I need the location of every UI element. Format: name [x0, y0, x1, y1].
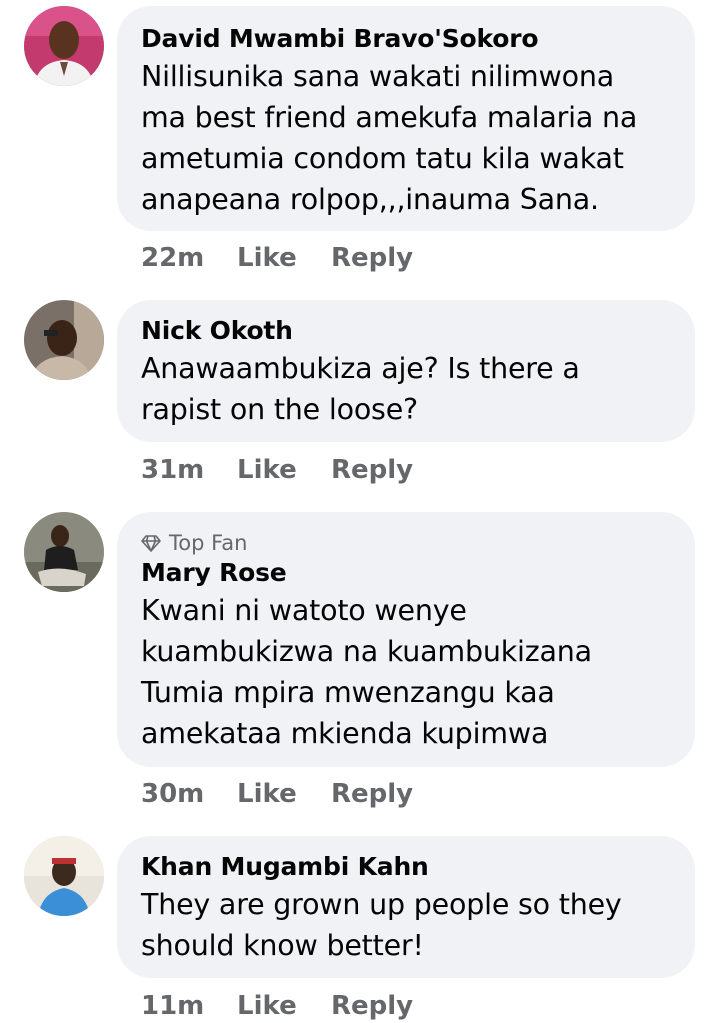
avatar-mary-image	[24, 512, 104, 592]
comment-actions: 22m Like Reply	[141, 241, 413, 275]
diamond-icon	[141, 535, 161, 552]
commenter-name[interactable]: Nick Okoth	[141, 314, 671, 348]
like-button[interactable]: Like	[237, 241, 331, 275]
reply-button[interactable]: Reply	[331, 989, 413, 1023]
top-fan-badge[interactable]: Top Fan	[141, 530, 671, 556]
comment-timestamp[interactable]: 30m	[141, 777, 237, 811]
comment-bubble: Nick Okoth Anawaambukiza aje? Is there a…	[117, 300, 695, 442]
avatar[interactable]	[24, 836, 104, 916]
comment-text: They are grown up people so they should …	[141, 888, 622, 962]
like-button[interactable]: Like	[237, 453, 331, 487]
comment-actions: 30m Like Reply	[141, 777, 413, 811]
comment-timestamp[interactable]: 22m	[141, 241, 237, 275]
comment-actions: 11m Like Reply	[141, 989, 413, 1023]
comment-actions: 31m Like Reply	[141, 453, 413, 487]
comment-text: Anawaambukiza aje? Is there a rapist on …	[141, 352, 580, 426]
avatar-nick-image	[24, 300, 104, 380]
like-button[interactable]: Like	[237, 989, 331, 1023]
like-button[interactable]: Like	[237, 777, 331, 811]
reply-button[interactable]: Reply	[331, 777, 413, 811]
avatar[interactable]	[24, 512, 104, 592]
commenter-name[interactable]: Mary Rose	[141, 556, 671, 590]
comment-timestamp[interactable]: 11m	[141, 989, 237, 1023]
avatar-david-image	[24, 6, 104, 86]
avatar[interactable]	[24, 6, 104, 86]
commenter-name[interactable]: David Mwambi Bravo'Sokoro	[141, 22, 671, 56]
comment-bubble: David Mwambi Bravo'Sokoro Nillisunika sa…	[117, 6, 695, 231]
reply-button[interactable]: Reply	[331, 241, 413, 275]
commenter-name[interactable]: Khan Mugambi Kahn	[141, 850, 671, 884]
comment-bubble: Top Fan Mary Rose Kwani ni watoto wenye …	[117, 512, 695, 767]
comment-text: Kwani ni watoto wenye kuambukizwa na kua…	[141, 594, 592, 750]
comment-bubble: Khan Mugambi Kahn They are grown up peop…	[117, 836, 695, 978]
top-fan-label: Top Fan	[169, 531, 248, 555]
avatar-khan-image	[24, 836, 104, 916]
comment-text: Nillisunika sana wakati nilimwona ma bes…	[141, 60, 638, 216]
reply-button[interactable]: Reply	[331, 453, 413, 487]
comment-timestamp[interactable]: 31m	[141, 453, 237, 487]
avatar[interactable]	[24, 300, 104, 380]
